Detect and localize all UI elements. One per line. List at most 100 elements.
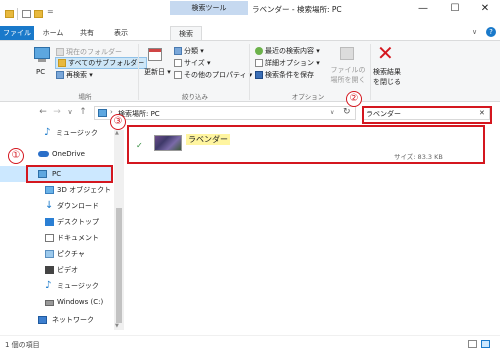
sidebar-item-label: ミュージック <box>56 129 98 137</box>
search-tools-context-tab: 検索ツール <box>170 1 248 15</box>
kind-button[interactable]: 分類 ▾ <box>174 46 204 56</box>
details-view-icon[interactable] <box>468 340 477 348</box>
other-properties-button[interactable]: その他のプロパティ ▾ <box>174 70 252 80</box>
size-label: サイズ ▾ <box>184 59 211 67</box>
kind-icon <box>174 47 182 55</box>
quick-access-dropdown-icon[interactable]: = <box>47 7 54 16</box>
current-folder-button[interactable]: 現在のフォルダー <box>56 47 122 57</box>
folder-small-icon <box>56 48 64 56</box>
document-icon <box>45 234 54 242</box>
close-search-label-line2: を閉じる <box>373 78 401 86</box>
film-icon <box>45 266 54 274</box>
new-folder-icon[interactable] <box>34 10 43 18</box>
date-modified-button[interactable]: 更新日 ▾ <box>144 67 171 77</box>
tab-search[interactable]: 検索 <box>170 26 202 40</box>
close-search-label-line1: 検索結果 <box>373 68 401 76</box>
sidebar-item-music[interactable]: ♪ ミュージック <box>0 125 112 141</box>
ribbon-expand-icon[interactable]: ∨ <box>472 28 477 36</box>
sidebar-item-pictures[interactable]: ピクチャ <box>0 246 112 262</box>
up-button[interactable]: ↑ <box>77 107 89 117</box>
search-again-label: 再検索 ▾ <box>66 71 93 79</box>
sidebar-item-videos[interactable]: ビデオ <box>0 262 112 278</box>
maximize-button[interactable]: ☐ <box>440 2 470 16</box>
save-search-button[interactable]: 検索条件を保存 <box>255 70 314 80</box>
tab-share[interactable]: 共有 <box>72 26 102 40</box>
large-icons-view-icon[interactable] <box>481 340 490 348</box>
folder-icon <box>5 10 14 18</box>
address-box[interactable]: › 検索場所: PC ∨ ↻ <box>94 106 356 120</box>
save-icon <box>255 71 263 79</box>
divider <box>17 8 18 20</box>
sidebar-item-label: ビデオ <box>57 266 78 274</box>
open-location-label-line1: ファイルの <box>330 66 366 74</box>
annotation-number-3: ③ <box>110 114 126 130</box>
all-subfolders-button[interactable]: すべてのサブフォルダー <box>55 57 148 69</box>
size-icon <box>174 59 182 67</box>
refresh-icon[interactable]: ↻ <box>343 107 351 117</box>
sidebar-item-label: 3D オブジェクト <box>57 186 112 194</box>
open-location-label-line2: 場所を開く <box>330 76 366 84</box>
advanced-options-icon <box>255 59 263 67</box>
annotation-number-2: ② <box>346 91 362 107</box>
sidebar-item-documents[interactable]: ドキュメント <box>0 230 112 246</box>
sidebar-item-network[interactable]: ネットワーク <box>0 312 112 328</box>
cube-icon <box>45 186 54 194</box>
sidebar-item-label: ピクチャ <box>57 250 85 258</box>
close-button[interactable]: ✕ <box>470 2 500 16</box>
group-separator <box>249 44 250 100</box>
open-file-location-icon <box>340 47 354 60</box>
save-search-label: 検索条件を保存 <box>265 71 314 79</box>
help-icon[interactable]: ? <box>486 27 496 37</box>
properties-icon[interactable] <box>22 10 31 18</box>
annotation-box-result <box>127 125 485 164</box>
back-button[interactable]: ← <box>37 107 49 117</box>
search-again-button[interactable]: 再検索 ▾ <box>56 70 93 80</box>
scroll-up-icon[interactable]: ▲ <box>115 130 119 136</box>
annotation-number-1: ① <box>8 148 24 164</box>
other-properties-label: その他のプロパティ ▾ <box>184 71 253 79</box>
network-icon <box>38 316 47 324</box>
current-folder-label: 現在のフォルダー <box>66 48 122 56</box>
sidebar-item-label: OneDrive <box>52 150 85 158</box>
pc-scope-button[interactable]: PC <box>36 68 45 76</box>
annotation-box-pc <box>26 165 113 183</box>
pc-stand-icon <box>38 59 46 62</box>
desktop-icon <box>45 218 54 226</box>
window-title: ラベンダー - 検索場所: PC <box>252 5 342 14</box>
group-label-options: オプション <box>291 93 325 101</box>
sidebar-item-windows-c[interactable]: Windows (C:) <box>0 294 112 310</box>
calendar-icon[interactable] <box>148 48 162 61</box>
sidebar-item-music-pc[interactable]: ♪ ミュージック <box>0 278 112 294</box>
tab-file[interactable]: ファイル <box>0 26 34 40</box>
pc-icon[interactable] <box>34 47 50 59</box>
close-search-button[interactable]: 検索結果 を閉じる <box>370 67 404 87</box>
recent-searches-button[interactable]: 最近の検索内容 ▾ <box>255 46 320 56</box>
advanced-options-button[interactable]: 詳細オプション ▾ <box>255 58 320 68</box>
picture-icon <box>45 250 54 258</box>
recent-locations-button[interactable]: ∨ <box>64 108 76 116</box>
annotation-box-search <box>362 106 492 124</box>
scroll-down-icon[interactable]: ▼ <box>115 323 119 329</box>
ribbon-tab-row: ファイル ホーム 共有 表示 検索 ∨ ? <box>0 26 500 40</box>
download-arrow-icon: ↓ <box>45 200 54 211</box>
sidebar-item-3d-objects[interactable]: 3D オブジェクト <box>0 182 112 198</box>
advanced-options-label: 詳細オプション ▾ <box>265 59 320 67</box>
tab-home[interactable]: ホーム <box>38 26 68 40</box>
close-search-icon[interactable]: ✕ <box>377 43 394 63</box>
sidebar-item-label: ミュージック <box>57 282 99 290</box>
size-button[interactable]: サイズ ▾ <box>174 58 211 68</box>
sidebar-item-label: デスクトップ <box>57 218 99 226</box>
kind-label: 分類 ▾ <box>184 47 204 55</box>
recent-searches-icon <box>255 47 263 55</box>
sidebar-item-label: ダウンロード <box>57 202 99 210</box>
address-dropdown-icon[interactable]: ∨ <box>330 109 334 116</box>
sidebar-item-label: ドキュメント <box>57 234 99 242</box>
search-tools-label: 検索ツール <box>191 4 227 12</box>
nav-scroll-thumb[interactable] <box>116 208 122 323</box>
sidebar-item-desktop[interactable]: デスクトップ <box>0 214 112 230</box>
recent-searches-label: 最近の検索内容 ▾ <box>265 47 320 55</box>
minimize-button[interactable]: — <box>408 2 438 16</box>
sidebar-item-downloads[interactable]: ↓ ダウンロード <box>0 198 112 214</box>
forward-button[interactable]: → <box>51 107 63 117</box>
tab-view[interactable]: 表示 <box>106 26 136 40</box>
